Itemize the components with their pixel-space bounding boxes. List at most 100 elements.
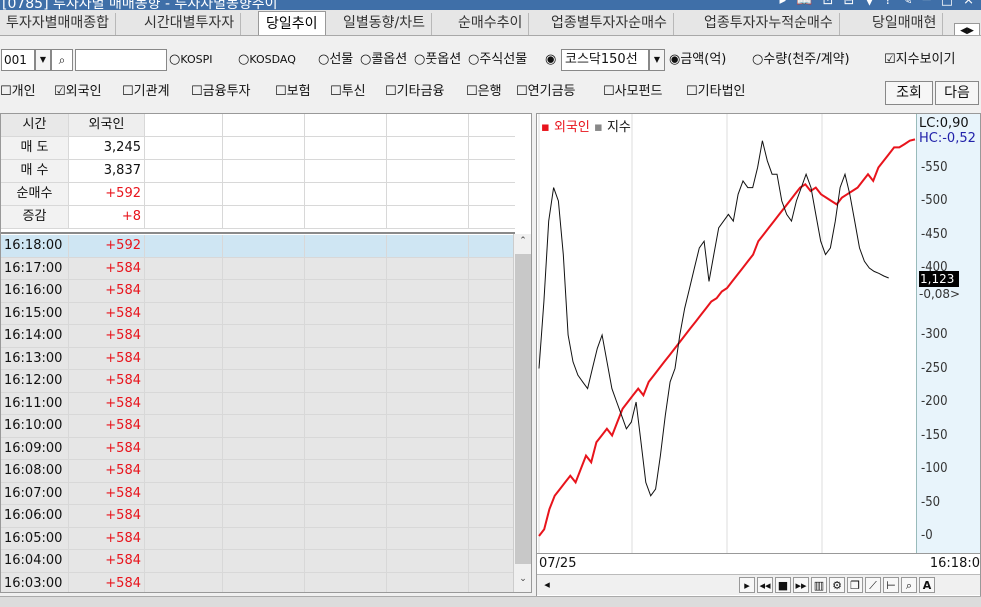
chart-legend: ▪ 외국인 ▪ 지수: [541, 116, 631, 135]
table-row[interactable]: 16:06:00 +584: [1, 505, 515, 528]
tab-daily-chart[interactable]: 일별동향/차트: [337, 13, 432, 35]
row-time: 16:12:00: [1, 370, 69, 392]
table-row[interactable]: 16:13:00 +584: [1, 347, 515, 370]
filter-institution[interactable]: ☐기관계: [122, 83, 170, 101]
chart-scroll-left-icon[interactable]: ◂: [539, 577, 555, 593]
data-grid: 시간 외국인 매 도 3,245 매 수 3,837 순매수 +592 증감 +8 16:18…: [0, 113, 532, 593]
code-dropdown-icon[interactable]: ▼: [35, 49, 51, 71]
tab-daily-trading[interactable]: 당일매매현: [866, 13, 944, 35]
chart-type-icon[interactable]: ▥: [811, 577, 827, 593]
table-row[interactable]: 16:11:00 +584: [1, 392, 515, 415]
table-row[interactable]: 16:09:00 +584: [1, 437, 515, 460]
stop-icon[interactable]: ■: [775, 577, 791, 593]
trend-chart: ▪ 외국인 ▪ 지수 LC:0,90 HC:-0,52 -550 -500 -450…: [536, 113, 981, 605]
filter-bank[interactable]: ☐은행: [466, 83, 502, 101]
toolbar: 001 ▼ ⌕ ○KOSPI ○KOSDAQ ○선물 ○콜옵션 ○풋옵션 ○주식…: [0, 49, 981, 71]
radio-stock-futures[interactable]: ○주식선물: [468, 51, 527, 69]
filter-investment-trust[interactable]: ☐투신: [330, 83, 366, 101]
radio-quantity[interactable]: ○수량(천주/계약): [752, 51, 850, 69]
filter-individual[interactable]: ☐개인: [0, 83, 36, 101]
query-button[interactable]: 조회: [885, 81, 933, 105]
filter-private-fund[interactable]: ☐사모펀드: [603, 83, 663, 101]
tab-investor-summary[interactable]: 투자자별매매종합: [0, 13, 117, 35]
show-index-checkbox[interactable]: ☑지수보이기: [884, 51, 955, 69]
summary-row: 매 도 3,245: [1, 137, 515, 160]
table-row[interactable]: 16:18:00 +592: [1, 235, 515, 258]
draw-icon[interactable]: ⟋: [865, 577, 881, 593]
copy-icon[interactable]: ❐: [847, 577, 863, 593]
grid-vertical-scrollbar[interactable]: ⌃ ⌄: [513, 234, 531, 592]
table-row[interactable]: 16:12:00 +584: [1, 370, 515, 393]
row-foreign-value: +584: [69, 550, 145, 572]
summary-value: +592: [69, 183, 145, 205]
radio-futures[interactable]: ○선물: [318, 51, 353, 69]
y-tick-label: -300: [921, 327, 948, 342]
scroll-thumb[interactable]: [515, 254, 531, 564]
zoom-icon[interactable]: ⌕: [901, 577, 917, 593]
table-row[interactable]: 16:03:00 +584: [1, 572, 515, 592]
table-row[interactable]: 16:17:00 +584: [1, 257, 515, 280]
table-row[interactable]: 16:16:00 +584: [1, 280, 515, 303]
rewind-icon[interactable]: ◂◂: [757, 577, 773, 593]
settings-icon[interactable]: ⚙: [829, 577, 845, 593]
radio-amount[interactable]: ◉금액(억): [669, 51, 726, 69]
radio-call[interactable]: ○콜옵션: [360, 51, 407, 69]
row-foreign-value: +584: [69, 437, 145, 459]
table-row[interactable]: 16:15:00 +584: [1, 302, 515, 325]
filter-other-corp[interactable]: ☐기타법인: [686, 83, 746, 101]
filter-foreign[interactable]: ☑외국인: [54, 83, 102, 101]
scroll-up-icon[interactable]: ⌃: [516, 236, 530, 246]
tab-sector-net-buy[interactable]: 업종별투자자순매수: [545, 13, 674, 35]
legend-index: ▪ 지수: [593, 120, 631, 135]
text-icon[interactable]: A: [919, 577, 935, 593]
summary-separator: [1, 232, 515, 234]
header-time: 시간: [1, 114, 69, 136]
y-tick-label: -100: [921, 461, 948, 476]
filter-financial-investment[interactable]: ☐금융투자: [191, 83, 251, 101]
row-foreign-value: +584: [69, 325, 145, 347]
filter-insurance[interactable]: ☐보험: [275, 83, 311, 101]
chart-plot-svg: [538, 114, 916, 554]
market-select[interactable]: 코스닥150선: [561, 49, 649, 71]
y-tick-label: -550: [921, 159, 948, 175]
tab-daily-trend[interactable]: 당일추이: [258, 11, 326, 35]
code-input[interactable]: 001: [1, 49, 35, 71]
radio-put[interactable]: ○풋옵션: [414, 51, 461, 69]
table-row[interactable]: 16:04:00 +584: [1, 550, 515, 573]
table-row[interactable]: 16:07:00 +584: [1, 482, 515, 505]
tab-scroll-arrows[interactable]: ◀▶: [954, 23, 980, 35]
radio-kospi[interactable]: ○KOSPI: [169, 51, 212, 69]
tab-sector-cumulative[interactable]: 업종투자자누적순매수: [698, 13, 840, 35]
market-dropdown-icon[interactable]: ▼: [649, 49, 665, 71]
table-row[interactable]: 16:14:00 +584: [1, 325, 515, 348]
row-foreign-value: +584: [69, 280, 145, 302]
play-icon[interactable]: ▸: [739, 577, 755, 593]
summary-row: 순매수 +592: [1, 183, 515, 206]
radio-selected-market[interactable]: ◉: [545, 51, 556, 69]
row-foreign-value: +584: [69, 347, 145, 369]
table-row[interactable]: 16:08:00 +584: [1, 460, 515, 483]
next-button[interactable]: 다음: [935, 81, 979, 105]
tab-time-investor[interactable]: 시간대별투자자: [138, 13, 242, 35]
row-foreign-value: +584: [69, 257, 145, 279]
index-series-line: [538, 140, 889, 497]
tab-net-buy-trend[interactable]: 순매수추이: [452, 13, 530, 35]
table-row[interactable]: 16:05:00 +584: [1, 527, 515, 550]
window-titlebar: [0785] 투자자별 매매동향 - 투자자별동향추이 ▸ 📖 ⊡ ⊟ ▼ ? …: [0, 0, 981, 10]
search-icon[interactable]: ⌕: [51, 49, 73, 71]
summary-label: 증감: [1, 206, 69, 228]
row-foreign-value: +584: [69, 482, 145, 504]
current-value-badge: 1,123: [919, 271, 959, 287]
chart-scrollbar[interactable]: ◂ ▸ ◂◂ ■ ▸▸ ▥ ⚙ ❐ ⟋ ⊢ ⌕ A: [537, 574, 980, 595]
name-field[interactable]: [75, 49, 167, 71]
table-row[interactable]: 16:10:00 +584: [1, 415, 515, 438]
radio-kosdaq[interactable]: ○KOSDAQ: [238, 51, 296, 69]
y-tick-label: -0: [921, 528, 933, 543]
crosshair-icon[interactable]: ⊢: [883, 577, 899, 593]
window-controls[interactable]: ▸ 📖 ⊡ ⊟ ▼ ? ✎ ─ □ ×: [780, 0, 977, 8]
scroll-down-icon[interactable]: ⌄: [516, 574, 530, 584]
filter-other-finance[interactable]: ☐기타금융: [385, 83, 445, 101]
row-time: 16:04:00: [1, 550, 69, 572]
filter-pension[interactable]: ☐연기금등: [516, 83, 576, 101]
forward-icon[interactable]: ▸▸: [793, 577, 809, 593]
